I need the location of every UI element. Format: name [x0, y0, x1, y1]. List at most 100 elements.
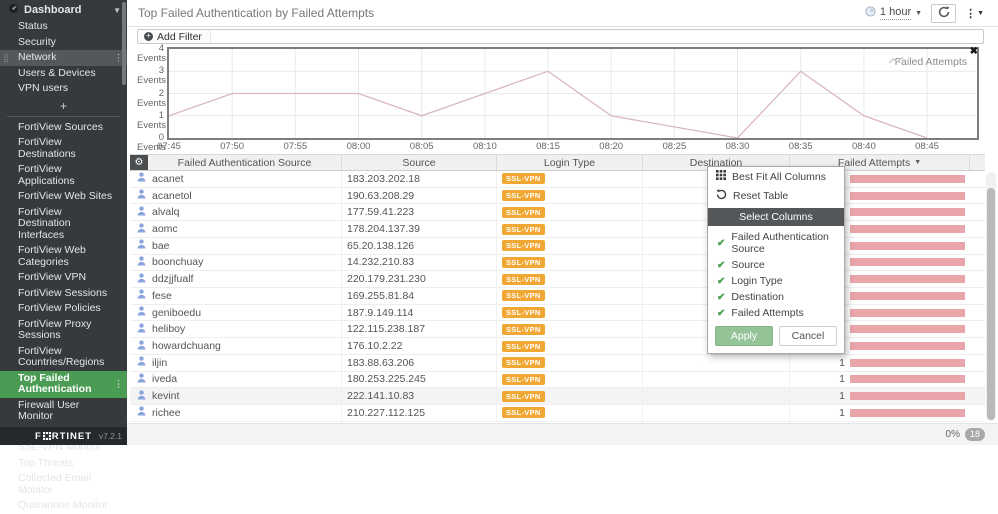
sidebar-item-fortiview-applications[interactable]: FortiView Applications [0, 162, 127, 189]
add-filter-button[interactable]: + Add Filter [138, 30, 211, 43]
table-row[interactable]: kevint 222.141.10.83 SSL-VPN 1 [130, 388, 985, 406]
add-dashboard-button[interactable]: + [0, 97, 127, 114]
sidebar-item-fortiview-sources[interactable]: FortiView Sources [0, 120, 127, 136]
legend-label: Failed Attempts [894, 56, 967, 68]
x-axis-tick-label: 08:20 [599, 141, 624, 152]
table-scrollbar-thumb[interactable] [987, 188, 995, 420]
table-row[interactable]: boonchuay14.232.210.83SSL-VPN1 [130, 254, 985, 272]
column-header-failed-authentication-source[interactable]: Failed Authentication Source [148, 155, 342, 170]
table-row[interactable]: alvalq177.59.41.223SSL-VPN1 [130, 204, 985, 222]
failed-attempts-value: 1 [839, 373, 845, 386]
table-row[interactable]: fese169.255.81.84SSL-VPN1 [130, 288, 985, 305]
column-toggle-source[interactable]: ✔ Source [708, 257, 844, 273]
sidebar-item-fortiview-proxy-sessions[interactable]: FortiView Proxy Sessions [0, 317, 127, 344]
user-icon [137, 273, 146, 286]
table-row[interactable]: bae65.20.138.126SSL-VPN1 [130, 237, 985, 255]
sidebar-item-status[interactable]: Status [0, 19, 127, 35]
check-icon: ✔ [717, 307, 726, 319]
sidebar-item-top-failed-authentication[interactable]: Top Failed Authentication ⋮ [0, 370, 127, 398]
widget-menu-button[interactable]: ⋮ ▼ [965, 7, 984, 20]
sidebar-item-fortiview-destinations[interactable]: FortiView Destinations [0, 135, 127, 162]
table-row[interactable]: acanet183.203.202.18SSL-VPN1 [130, 171, 985, 188]
cell-failed-auth-source: iveda [130, 371, 342, 388]
table-header-row: ⚙ Failed Authentication Source Source Logi… [130, 154, 985, 171]
sidebar-item-vpn-users[interactable]: VPN users [0, 81, 127, 97]
kebab-menu-icon[interactable]: ⋮ [114, 378, 123, 390]
time-range-dropdown[interactable]: 1 hour ▼ [865, 6, 922, 20]
refresh-button[interactable] [931, 3, 957, 23]
username-label: ddzjjfualf [152, 273, 194, 286]
failed-attempts-bar [850, 174, 965, 183]
sidebar-item-dashboard[interactable]: Dashboard ▼ [0, 0, 127, 19]
username-label: howardchuang [152, 340, 221, 353]
table-row[interactable]: acanetol190.63.208.29SSL-VPN1 [130, 187, 985, 205]
sidebar-item-fortiview-destination-interfaces[interactable]: FortiView Destination Interfaces [0, 205, 127, 244]
cancel-button[interactable]: Cancel [779, 326, 837, 346]
login-type-badge: SSL-VPN [502, 407, 545, 419]
table-row[interactable]: ddzjjfualf220.179.231.230SSL-VPN1 [130, 271, 985, 289]
column-toggle-failed-attempts[interactable]: ✔ Failed Attempts [708, 305, 844, 321]
menu-item-best-fit[interactable]: Best Fit All Columns [708, 167, 844, 186]
sidebar-item-label: FortiView VPN [18, 271, 87, 283]
table-row[interactable]: heliboy122.115.238.187SSL-VPN1 [130, 321, 985, 339]
login-type-badge: SSL-VPN [502, 390, 545, 402]
sidebar-item-fortiview-policies[interactable]: FortiView Policies [0, 301, 127, 317]
column-toggle-destination[interactable]: ✔ Destination [708, 289, 844, 305]
sidebar-item-top-threats[interactable]: Top Threats [0, 456, 127, 472]
cell-source: 220.179.231.230 [342, 271, 497, 288]
menu-item-reset-table[interactable]: Reset Table [708, 186, 844, 206]
login-type-badge: SSL-VPN [502, 323, 545, 335]
table-row[interactable]: aomc178.204.137.39SSL-VPN1 [130, 221, 985, 238]
sidebar-item-network[interactable]: ⣿ Network ⋮ [0, 50, 127, 66]
sidebar-item-security[interactable]: Security [0, 35, 127, 51]
sidebar-item-quarantine-monitor[interactable]: Quarantine Monitor [0, 498, 127, 514]
user-icon [137, 172, 146, 185]
clock-icon [865, 6, 876, 20]
sidebar-item-users-devices[interactable]: Users & Devices [0, 66, 127, 82]
column-toggle-failed-authentication-source[interactable]: ✔ Failed Authentication Source [708, 229, 844, 257]
username-label: fese [152, 289, 172, 302]
sidebar-item-fortiview-countries-regions[interactable]: FortiView Countries/Regions [0, 344, 127, 371]
cell-destination [643, 388, 790, 405]
table-row[interactable]: geniboedu187.9.149.114SSL-VPN1 [130, 304, 985, 322]
failed-attempts-bar [850, 325, 965, 334]
column-header-source[interactable]: Source [342, 155, 497, 170]
cell-failed-auth-source: aomc [130, 221, 342, 237]
sidebar-scrollbar-thumb[interactable] [122, 2, 126, 85]
sidebar-item-label: Dashboard [24, 4, 82, 16]
sidebar-item-fortiview-vpn[interactable]: FortiView VPN [0, 270, 127, 286]
menu-item-label: Best Fit All Columns [732, 170, 826, 183]
column-header-login-type[interactable]: Login Type [497, 155, 643, 170]
gauge-icon [8, 3, 19, 17]
sidebar-item-fortiview-sessions[interactable]: FortiView Sessions [0, 286, 127, 302]
table-row[interactable]: iveda 180.253.225.245 SSL-VPN 1 [130, 371, 985, 389]
column-toggle-login-type[interactable]: ✔ Login Type [708, 273, 844, 289]
username-label: iveda [152, 373, 178, 386]
failed-attempts-bar [850, 392, 965, 401]
table-row[interactable]: iljin 183.88.63.206 SSL-VPN 1 [130, 354, 985, 372]
column-checklist: ✔ Failed Authentication Source ✔ Source ✔ Log… [708, 229, 844, 321]
close-chart-icon[interactable]: ✖ [970, 47, 978, 57]
apply-button[interactable]: Apply [715, 326, 773, 346]
x-axis-tick-label: 08:10 [472, 141, 497, 152]
check-icon: ✔ [717, 259, 726, 271]
sidebar-item-fortiview-web-categories[interactable]: FortiView Web Categories [0, 243, 127, 270]
sidebar-item-collected-email-monitor[interactable]: Collected Email Monitor [0, 471, 127, 498]
cell-failed-auth-source: richee [130, 405, 342, 421]
sidebar-item-label: FortiView Web Categories [18, 244, 86, 268]
username-label: boonchuay [152, 256, 204, 269]
filter-input[interactable] [211, 30, 983, 43]
sidebar-item-fortiview-web-sites[interactable]: FortiView Web Sites [0, 189, 127, 205]
table-row[interactable]: richee 210.227.112.125 SSL-VPN 1 [130, 405, 985, 422]
page-title: Top Failed Authentication by Failed Atte… [138, 6, 375, 20]
chart-svg [169, 49, 977, 138]
login-type-badge: SSL-VPN [502, 273, 545, 285]
sidebar-item-firewall-user-monitor[interactable]: Firewall User Monitor [0, 398, 127, 425]
kebab-menu-icon: ⋮ [965, 7, 977, 20]
failed-attempts-chart: Failed Attempts ✖ 0 Events 1 Events 2 Even… [137, 44, 985, 153]
table-settings-gear-button[interactable]: ⚙ [130, 155, 148, 170]
table-row[interactable]: howardchuang176.10.2.22SSL-VPN1 [130, 338, 985, 355]
status-bar: 0% 18 [127, 423, 998, 445]
drag-handle-icon[interactable]: ⣿ [3, 52, 9, 64]
failed-attempts-value: 1 [839, 390, 845, 403]
